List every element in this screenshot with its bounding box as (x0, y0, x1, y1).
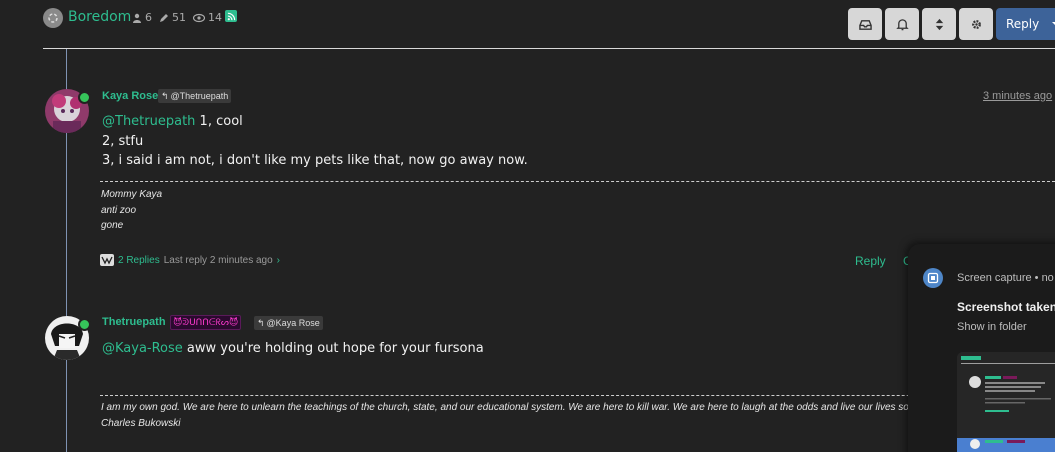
posters-stat: 6 (132, 11, 152, 24)
eye-icon (193, 13, 205, 22)
sort-button[interactable] (922, 8, 956, 40)
settings-button[interactable] (959, 8, 993, 40)
posts-count: 51 (172, 11, 186, 24)
spinner-icon (48, 13, 58, 23)
views-stat: 14 (193, 11, 222, 24)
notification-title: Screenshot taken (957, 300, 1055, 314)
inbox-button[interactable] (848, 8, 882, 40)
screenshot-thumbnail[interactable] (957, 352, 1055, 452)
signature-line: I am my own god. We are here to unlearn … (101, 402, 921, 413)
reply-button[interactable]: Reply (996, 8, 1055, 40)
inbox-icon (858, 19, 872, 30)
notification-app: Screen capture • no (957, 272, 1054, 284)
signature-line: Charles Bukowski (101, 417, 181, 429)
post-content-line: 3, i said i am not, i don't like my pets… (102, 153, 528, 168)
post-timestamp[interactable]: 3 minutes ago (983, 90, 1052, 102)
post-author[interactable]: Thetruepath (102, 316, 166, 328)
post-text: 1, cool (195, 114, 243, 129)
parent-post-label: @Kaya Rose (266, 318, 320, 328)
mention-link[interactable]: @Kaya-Rose (102, 341, 183, 356)
signature-line: Mommy Kaya (101, 189, 163, 200)
gear-icon (971, 19, 981, 29)
mention-link[interactable]: @Thetruepath (102, 114, 195, 129)
posts-stat: 51 (159, 11, 186, 24)
post-author[interactable]: Kaya Rose (102, 90, 158, 102)
reply-arrow-icon: ↰ (257, 317, 265, 328)
replies-count[interactable]: 2 Replies (118, 255, 160, 266)
signature-line: gone (101, 220, 124, 231)
post-content-line: @Thetruepath 1, cool (102, 114, 243, 129)
user-icon (133, 13, 141, 23)
post-signature: I am my own god. We are here to unlearn … (101, 400, 921, 431)
replies-summary[interactable]: 2 Replies Last reply 2 minutes ago › (100, 254, 280, 266)
views-count: 14 (208, 11, 222, 24)
category-icon[interactable] (43, 8, 63, 28)
online-status-icon (78, 91, 91, 104)
header-divider (43, 48, 1055, 49)
show-in-folder-link[interactable]: Show in folder (957, 321, 1027, 333)
last-reply-time: Last reply 2 minutes ago (163, 254, 273, 266)
replier-avatar (100, 254, 114, 266)
reply-button-label: Reply (1006, 17, 1040, 31)
parent-post-label: @Thetruepath (170, 91, 229, 101)
thumbnail-image (957, 352, 1055, 452)
parent-post-link[interactable]: ↰ @Kaya Rose (254, 316, 323, 330)
screen-capture-icon (923, 268, 943, 288)
post-reply-action[interactable]: Reply (855, 254, 886, 268)
post-content-line: @Kaya-Rose aww you're holding out hope f… (102, 341, 484, 356)
reply-arrow-icon: ↰ (161, 90, 169, 101)
group-badge[interactable]: 😈ᕲᑌᑎᑎᕮᖇᔕ😈 (170, 315, 242, 330)
parent-post-link[interactable]: ↰ @Thetruepath (158, 89, 232, 103)
post-signature: Mommy Kaya anti zoo gone (101, 187, 162, 234)
online-status-icon (78, 318, 91, 331)
signature-divider (100, 181, 1055, 182)
signature-line: anti zoo (101, 204, 137, 216)
sort-icon (935, 18, 943, 30)
post-content-line: 2, stfu (102, 134, 144, 149)
chevron-right-icon: › (276, 254, 280, 266)
post-text: aww you're holding out hope for your fur… (182, 341, 484, 356)
notifications-button[interactable] (885, 8, 919, 40)
posters-count: 6 (145, 11, 152, 24)
rss-icon[interactable] (225, 10, 237, 22)
bell-icon (895, 18, 909, 30)
pencil-icon (160, 13, 168, 22)
category-link[interactable]: Boredom (68, 9, 131, 25)
